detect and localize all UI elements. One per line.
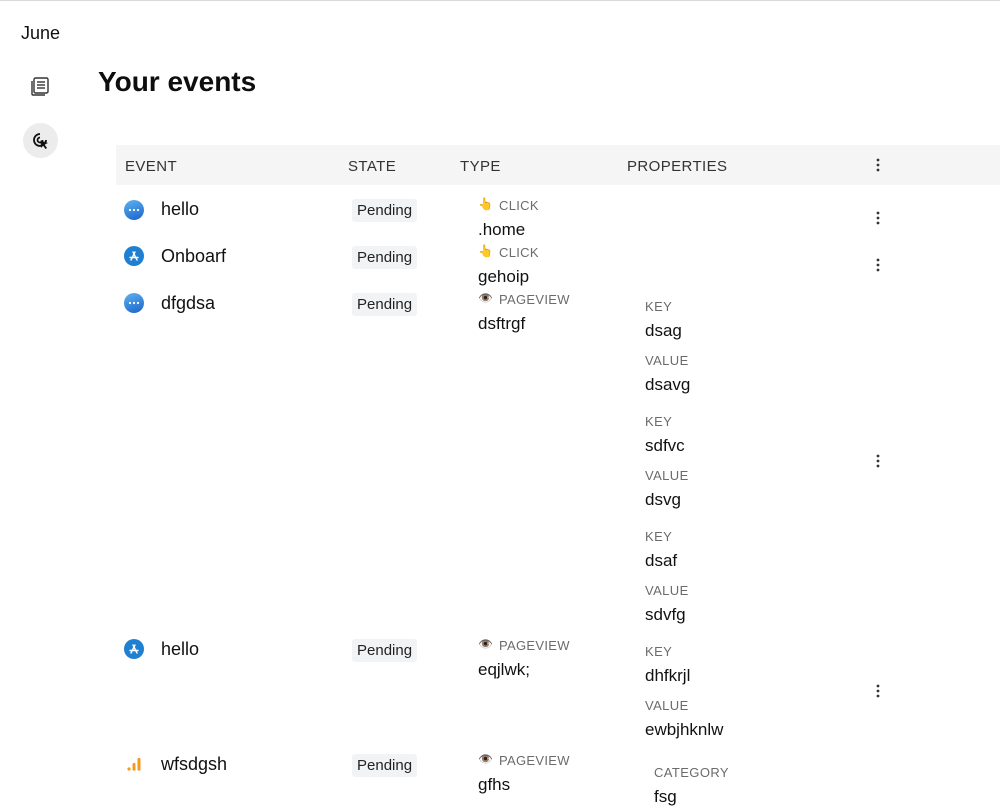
bar-chart-icon — [124, 754, 144, 774]
property-value: sdvfg — [645, 605, 686, 624]
page-title: Your events — [98, 66, 257, 97]
property-key: dsag — [645, 321, 682, 340]
event-type-value: dsftrgf — [478, 314, 526, 333]
eye-icon: 👁️ — [478, 637, 493, 651]
status-badge: Pending — [352, 754, 418, 777]
click-icon: 👆 — [478, 244, 493, 258]
property-category: fsg — [654, 787, 677, 806]
event-type-value: eqjlwk; — [478, 660, 530, 679]
event-type-value: .home — [478, 220, 526, 239]
event-name[interactable]: hello — [161, 199, 199, 220]
event-type-label: PAGEVIEW — [499, 638, 570, 653]
column-header-state: STATE — [348, 158, 397, 175]
property-value-label: VALUE — [645, 698, 689, 713]
event-name[interactable]: Onboarf — [161, 246, 226, 267]
property-category-label: CATEGORY — [654, 765, 729, 780]
property-value: dsavg — [645, 375, 691, 394]
property-key: sdfvc — [645, 436, 685, 455]
property-value-label: VALUE — [645, 353, 689, 368]
event-type-label: PAGEVIEW — [499, 753, 570, 768]
event-type-label: CLICK — [499, 198, 539, 213]
column-header-type: TYPE — [460, 158, 501, 175]
property-key: dsaf — [645, 551, 678, 570]
property-value: ewbjhknlw — [645, 720, 724, 739]
workspace-name[interactable]: June — [21, 23, 60, 44]
row-more-icon[interactable] — [870, 210, 886, 226]
property-key-label: KEY — [645, 529, 673, 544]
property-key: dhfkrjl — [645, 666, 691, 685]
click-icon: 👆 — [478, 197, 493, 211]
property-key-label: KEY — [645, 644, 673, 659]
event-type-value: gfhs — [478, 775, 511, 794]
cursor-click-icon[interactable] — [23, 123, 58, 158]
app-store-icon — [124, 639, 144, 659]
property-key-label: KEY — [645, 299, 673, 314]
column-header-event: EVENT — [125, 158, 178, 175]
top-divider — [0, 0, 1000, 1]
eye-icon: 👁️ — [478, 752, 493, 766]
chat-bubble-icon — [124, 200, 144, 220]
event-type-label: PAGEVIEW — [499, 292, 570, 307]
property-key-label: KEY — [645, 414, 673, 429]
property-value: dsvg — [645, 490, 681, 509]
status-badge: Pending — [352, 246, 418, 269]
table-header: EVENT STATE TYPE PROPERTIES — [116, 145, 1000, 185]
app-store-icon — [124, 246, 144, 266]
property-value-label: VALUE — [645, 468, 689, 483]
header-more-icon[interactable] — [870, 157, 886, 173]
status-badge: Pending — [352, 639, 418, 662]
event-name[interactable]: hello — [161, 639, 199, 660]
chat-bubble-icon — [124, 293, 144, 313]
row-more-icon[interactable] — [870, 453, 886, 469]
eye-icon: 👁️ — [478, 291, 493, 305]
document-list-icon[interactable] — [24, 70, 56, 102]
event-type-value: gehoip — [478, 267, 530, 286]
column-header-properties: PROPERTIES — [627, 158, 728, 175]
event-type-label: CLICK — [499, 245, 539, 260]
status-badge: Pending — [352, 293, 418, 316]
event-name[interactable]: dfgdsa — [161, 293, 215, 314]
property-value-label: VALUE — [645, 583, 689, 598]
status-badge: Pending — [352, 199, 418, 222]
row-more-icon[interactable] — [870, 257, 886, 273]
event-name[interactable]: wfsdgsh — [161, 754, 227, 775]
row-more-icon[interactable] — [870, 683, 886, 699]
